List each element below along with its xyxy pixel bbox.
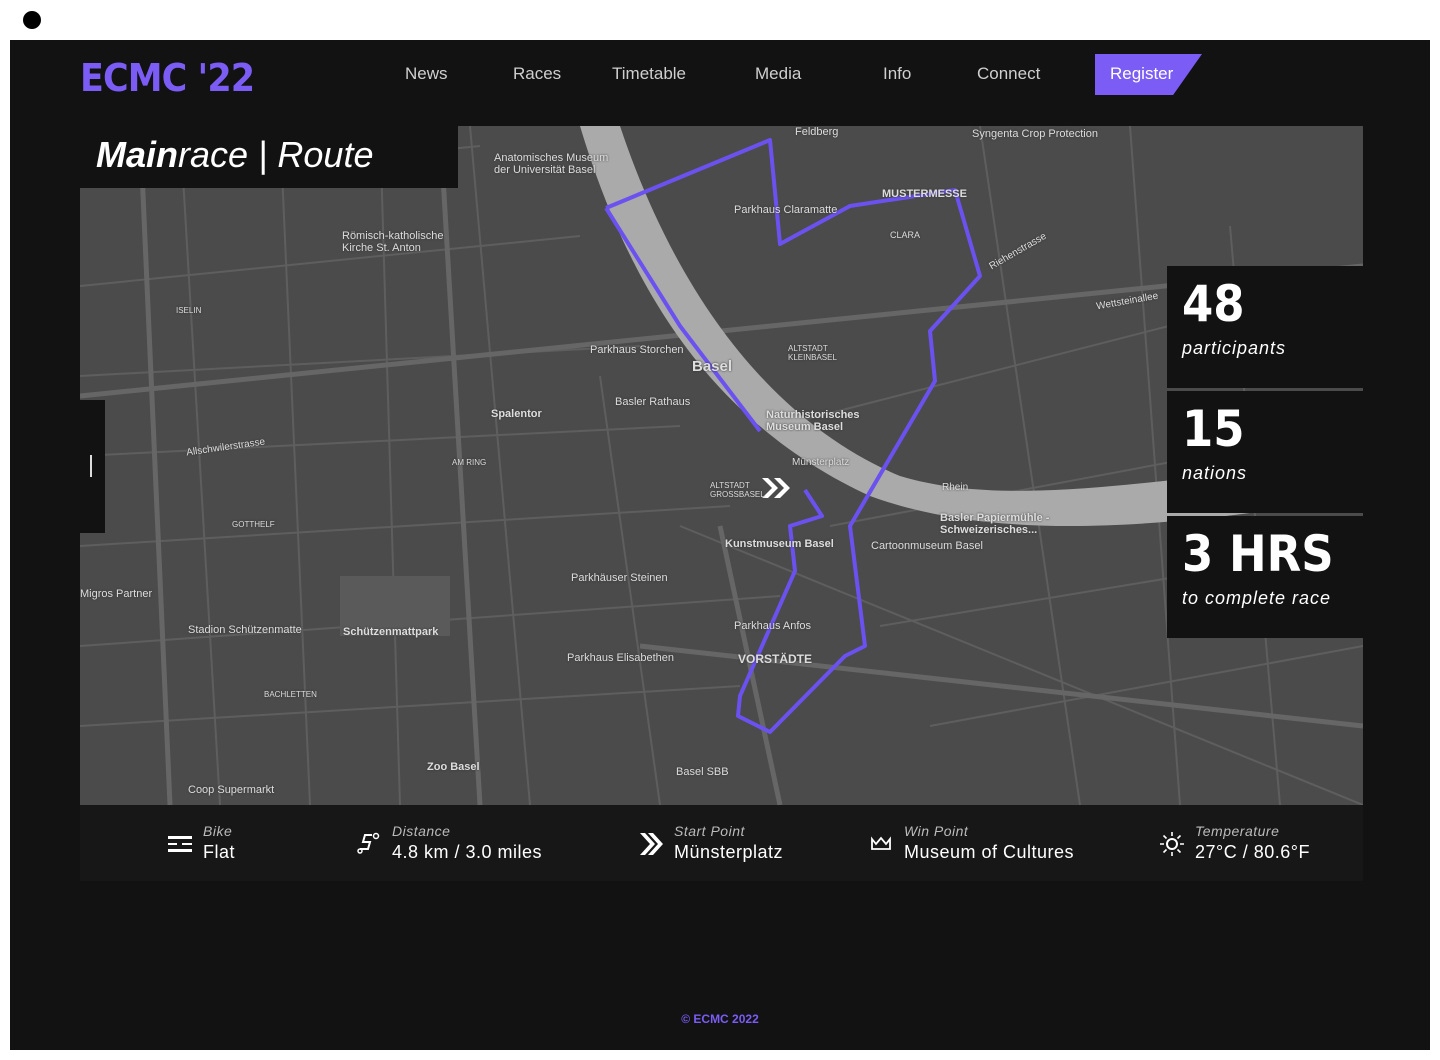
map-label: Stadion Schützenmatte <box>188 624 302 636</box>
nav-info[interactable]: Info <box>883 64 911 84</box>
map-label: CLARA <box>890 230 921 240</box>
map-label: Schützenmattpark <box>343 626 439 638</box>
info-win: Win Point Museum of Cultures <box>871 823 1074 863</box>
nav-media[interactable]: Media <box>755 64 801 84</box>
map-label: Basel SBB <box>676 766 729 778</box>
window-dot <box>23 11 41 29</box>
nav-connect[interactable]: Connect <box>977 64 1040 84</box>
map-label: Münsterplatz <box>792 457 850 468</box>
info-distance: Distance 4.8 km / 3.0 miles <box>357 823 542 863</box>
nav-timetable[interactable]: Timetable <box>612 64 686 84</box>
map-label: ALTSTADT KLEINBASEL <box>788 344 837 362</box>
stat-participants: 48 participants <box>1167 266 1364 388</box>
side-panel-toggle[interactable] <box>80 400 105 533</box>
map-label: Syngenta Crop Protection <box>972 128 1098 140</box>
map-label: Parkhaus Claramatte <box>734 204 838 216</box>
main-nav: News Races Timetable Media Info Connect <box>10 54 1430 94</box>
stat-duration: 3 HRS to complete race <box>1167 516 1364 638</box>
distance-icon <box>357 832 380 854</box>
page-title: Mainrace | Route <box>80 126 458 188</box>
map-label: ALTSTADT GROSSBASEL <box>710 481 765 499</box>
stats-panel: 48 participants 15 nations 3 HRS to complet… <box>1167 266 1364 641</box>
map-label: ISELIN <box>176 306 202 315</box>
start-chevrons-icon <box>640 833 663 855</box>
map-label: Basler Papiermühle - Schweizerisches... <box>940 512 1050 536</box>
map-label: VORSTÄDTE <box>738 652 813 666</box>
map-label: Coop Supermarkt <box>188 784 275 796</box>
map-label: Rhein <box>942 482 969 493</box>
map-label: Parkhäuser Steinen <box>571 572 668 584</box>
map-label: Basel <box>692 358 733 375</box>
map-label: Cartoonmuseum Basel <box>871 540 983 552</box>
stat-nations: 15 nations <box>1167 391 1364 513</box>
sun-icon <box>1160 832 1184 856</box>
map-label: Kunstmuseum Basel <box>725 538 834 550</box>
start-marker-icon <box>762 478 790 498</box>
map-label: Basler Rathaus <box>615 396 691 408</box>
map-label: Parkhaus Storchen <box>590 344 684 356</box>
map-label: BACHLETTEN <box>264 690 317 699</box>
nav-news[interactable]: News <box>405 64 448 84</box>
map-label: Naturhistorisches Museum Basel <box>766 409 860 433</box>
map-label: Feldberg <box>795 126 839 138</box>
footer-copyright: © ECMC 2022 <box>681 1012 759 1026</box>
handle-icon <box>90 455 92 477</box>
page: ECMC '22 News Races Timetable Media Info… <box>10 40 1430 1050</box>
map-label: GOTTHELF <box>232 520 275 529</box>
map-label: Zoo Basel <box>427 761 480 773</box>
map-label: Spalentor <box>491 408 542 420</box>
map-label: Anatomisches Museum der Universität Base… <box>494 152 609 176</box>
info-bike: Bike Flat <box>168 823 235 863</box>
map-label: Parkhaus Anfos <box>734 620 812 632</box>
nav-races[interactable]: Races <box>513 64 561 84</box>
info-start: Start Point Münsterplatz <box>640 823 783 863</box>
info-temperature: Temperature 27°C / 80.6°F <box>1160 823 1310 863</box>
map-label: AM RING <box>452 458 487 467</box>
map-label: Parkhaus Elisabethen <box>567 652 675 664</box>
bike-flat-icon <box>168 836 192 852</box>
map-label: Migros Partner <box>80 588 153 600</box>
crown-icon <box>871 836 891 850</box>
map-label: Römisch-katholische Kirche St. Anton <box>342 230 444 254</box>
map-label: MUSTERMESSE <box>882 188 967 200</box>
route-info-bar: Bike Flat Distance 4.8 km / 3.0 miles Star… <box>80 805 1363 881</box>
